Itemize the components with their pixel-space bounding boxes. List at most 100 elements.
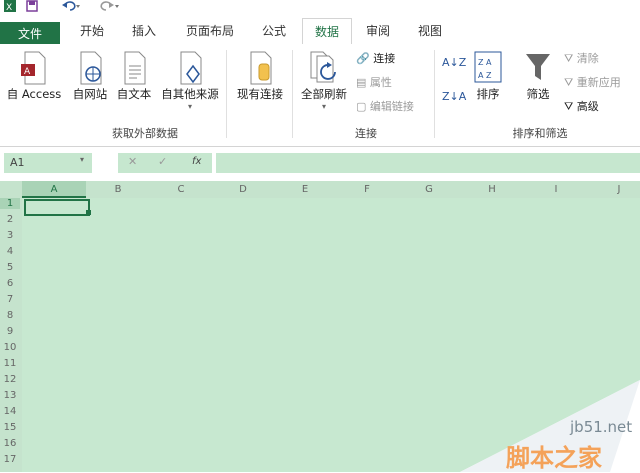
column-header-f[interactable]: F [336, 181, 398, 198]
column-header-j[interactable]: J [588, 181, 640, 198]
row-header[interactable]: 2 [0, 214, 20, 225]
edit-links-button[interactable]: ▢ 编辑链接 [356, 98, 414, 116]
row-header[interactable]: 11 [0, 358, 20, 369]
ribbon-tabs: 文件 开始 插入 页面布局 公式 数据 审阅 视图 [0, 14, 640, 46]
tab-formulas[interactable]: 公式 [252, 18, 296, 44]
column-header-i[interactable]: I [524, 181, 588, 198]
properties-label: 属性 [369, 76, 392, 89]
insert-function-icon[interactable]: fx [192, 156, 201, 167]
sort-button[interactable]: Z A A Z 排序 [470, 50, 506, 102]
from-other-sources-label: 自其他来源 [161, 87, 219, 101]
from-text-button[interactable]: 自文本 [112, 50, 156, 102]
edit-links-icon: ▢ [356, 100, 367, 113]
chevron-down-icon: ▾ [321, 102, 326, 111]
tab-view[interactable]: 视图 [408, 18, 452, 44]
existing-connections-icon [250, 51, 272, 85]
tab-file[interactable]: 文件 [0, 22, 60, 46]
fill-handle[interactable] [86, 210, 91, 215]
tab-data[interactable]: 数据 [302, 18, 352, 46]
undo-icon[interactable] [62, 0, 82, 12]
column-header-g[interactable]: G [398, 181, 460, 198]
chevron-down-icon: ▾ [187, 102, 192, 111]
group-label-external: 获取外部数据 [112, 127, 178, 140]
clear-filter-icon: ⛛ [564, 52, 574, 65]
column-header-e[interactable]: E [274, 181, 336, 198]
row-header[interactable]: 8 [0, 310, 20, 321]
row-headers: 1 2 3 4 5 6 7 8 9 10 11 12 13 14 15 16 1… [0, 198, 22, 472]
ribbon-data: A 自 Access 自网站 自文本 自其他来源 ▾ 现有连接 获取外部数据 全… [0, 44, 640, 147]
formula-input[interactable] [216, 153, 640, 173]
sort-descending-label: Z↓A [442, 90, 467, 103]
refresh-all-label: 全部刷新 [301, 87, 347, 101]
row-header[interactable]: 5 [0, 262, 20, 273]
svg-text:A Z: A Z [478, 71, 492, 80]
formula-controls: ✕ ✓ fx [118, 153, 212, 173]
filter-funnel-icon [526, 54, 550, 80]
tab-home[interactable]: 开始 [70, 18, 114, 44]
svg-text:A: A [24, 67, 31, 77]
from-web-label: 自网站 [72, 87, 108, 101]
properties-icon: ▤ [356, 76, 367, 89]
connections-label: 连接 [373, 52, 396, 65]
tab-insert[interactable]: 插入 [122, 18, 166, 44]
sort-ascending-button[interactable]: A↓Z [442, 54, 466, 72]
clear-filter-label: 清除 [576, 52, 599, 65]
sort-descending-button[interactable]: Z↓A [442, 88, 466, 106]
from-other-sources-button[interactable]: 自其他来源 ▾ [156, 50, 224, 111]
from-access-label: 自 Access [6, 87, 62, 101]
formula-bar: A1 ▾ ✕ ✓ fx [0, 147, 640, 179]
tab-review[interactable]: 审阅 [356, 18, 400, 44]
filter-label: 筛选 [526, 87, 550, 101]
chevron-down-icon[interactable]: ▾ [80, 155, 84, 164]
edit-links-label: 编辑链接 [369, 100, 414, 113]
row-header[interactable]: 6 [0, 278, 20, 289]
cancel-icon[interactable]: ✕ [128, 155, 137, 168]
sort-icon: Z A A Z [474, 51, 502, 83]
name-box[interactable]: A1 [4, 153, 92, 173]
row-header[interactable]: 14 [0, 406, 20, 417]
advanced-filter-label: 高级 [576, 100, 599, 113]
enter-icon[interactable]: ✓ [158, 155, 167, 168]
row-header[interactable]: 4 [0, 246, 20, 257]
existing-connections-button[interactable]: 现有连接 [232, 50, 288, 102]
sort-ascending-label: A↓Z [442, 56, 467, 69]
from-access-button[interactable]: A 自 Access [2, 50, 66, 102]
row-header[interactable]: 12 [0, 374, 20, 385]
svg-text:Z A: Z A [478, 58, 492, 67]
text-file-icon [124, 51, 146, 85]
refresh-all-button[interactable]: 全部刷新 ▾ [296, 50, 352, 111]
from-web-button[interactable]: 自网站 [68, 50, 112, 102]
save-icon[interactable] [26, 0, 38, 12]
row-header[interactable]: 10 [0, 342, 20, 353]
column-header-a[interactable]: A [22, 181, 86, 198]
row-header[interactable]: 1 [0, 198, 20, 209]
clear-filter-button[interactable]: ⛛ 清除 [564, 50, 599, 68]
selected-cell-a1[interactable] [24, 199, 90, 216]
web-globe-icon [80, 51, 102, 85]
reapply-button[interactable]: ⛛ 重新应用 [564, 74, 621, 92]
connections-button[interactable]: 🔗 连接 [356, 50, 395, 68]
column-header-c[interactable]: C [150, 181, 212, 198]
tab-page-layout[interactable]: 页面布局 [176, 18, 244, 44]
properties-button[interactable]: ▤ 属性 [356, 74, 392, 92]
row-header[interactable]: 3 [0, 230, 20, 241]
advanced-filter-icon: ⛛ [564, 100, 574, 113]
column-header-d[interactable]: D [212, 181, 274, 198]
from-text-label: 自文本 [116, 87, 152, 101]
existing-connections-label: 现有连接 [237, 87, 283, 101]
row-header[interactable]: 17 [0, 454, 20, 465]
advanced-filter-button[interactable]: ⛛ 高级 [564, 98, 599, 116]
redo-icon[interactable] [100, 0, 120, 12]
group-label-connections: 连接 [355, 127, 377, 140]
row-header[interactable]: 16 [0, 438, 20, 449]
svg-text:X: X [6, 3, 12, 12]
group-separator [292, 50, 293, 138]
filter-button[interactable]: 筛选 [518, 50, 558, 102]
row-header[interactable]: 7 [0, 294, 20, 305]
column-header-h[interactable]: H [460, 181, 524, 198]
row-header[interactable]: 13 [0, 390, 20, 401]
row-header[interactable]: 15 [0, 422, 20, 433]
column-header-b[interactable]: B [86, 181, 150, 198]
row-header[interactable]: 9 [0, 326, 20, 337]
refresh-icon [310, 51, 336, 83]
